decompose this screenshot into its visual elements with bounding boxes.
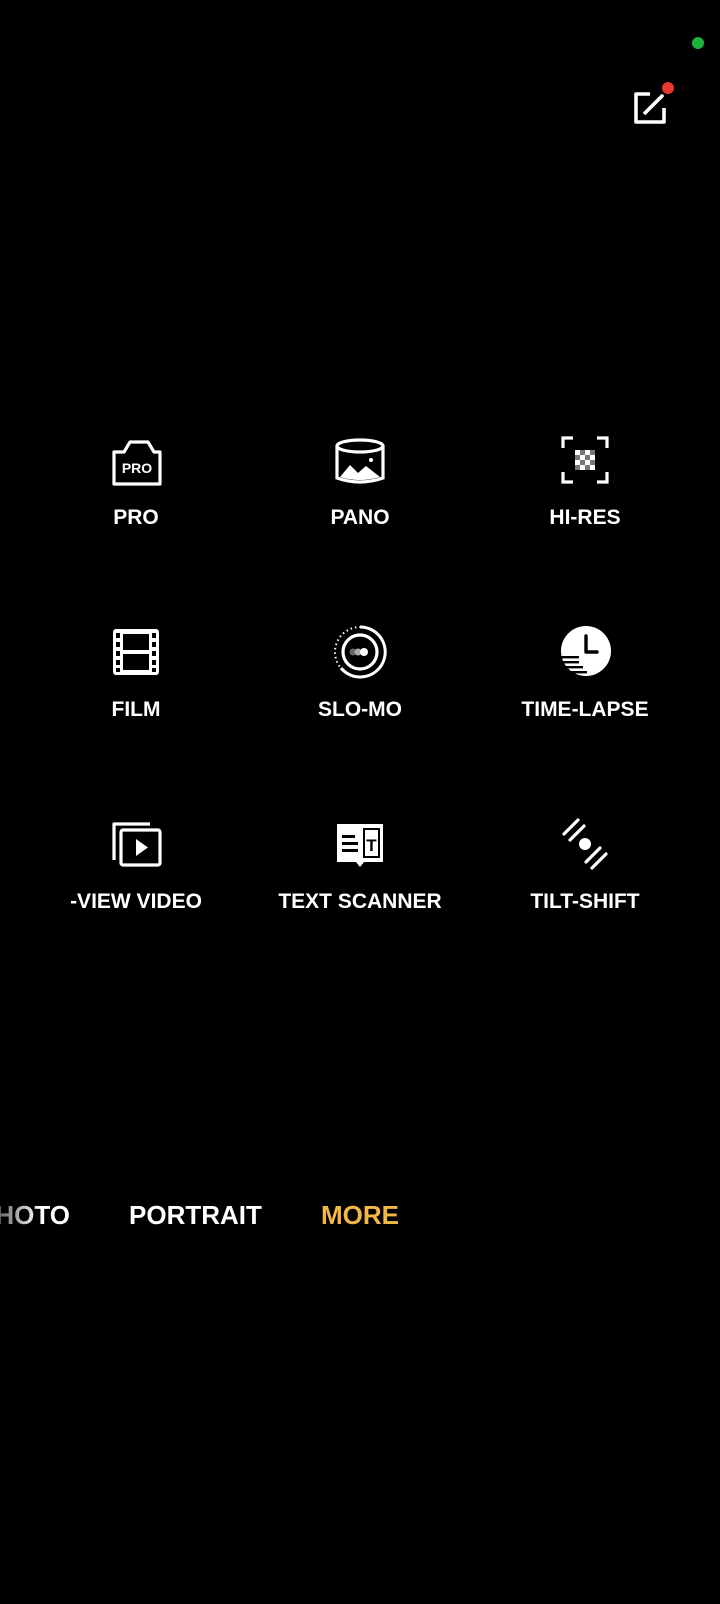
mode-label: HI-RES [549,506,621,529]
pro-camera-icon: PRO [112,440,162,486]
mode-time-lapse[interactable]: TIME-LAPSE [475,622,695,732]
mode-tilt-shift[interactable]: TILT-SHIFT [475,814,695,924]
mode-label: TIME-LAPSE [521,698,649,721]
mode-hi-res[interactable]: HI-RES [475,430,695,540]
camera-mode-bar[interactable]: HOTO PORTRAIT MORE [0,1200,720,1244]
dual-view-video-icon [112,822,162,867]
mode-tab-more[interactable]: MORE [321,1200,399,1231]
svg-text:PRO: PRO [122,460,152,476]
film-icon [113,629,159,675]
mode-text-scanner[interactable]: T TEXT SCANNER [250,814,470,924]
mode-label: FILM [111,698,161,721]
mode-label: TILT-SHIFT [530,890,640,913]
mode-label: -VIEW VIDEO [70,890,202,913]
mode-dual-view-video[interactable]: -VIEW VIDEO [26,814,246,924]
mode-label: PRO [113,506,159,529]
mode-label: SLO-MO [318,698,402,721]
mode-film[interactable]: FILM [26,622,246,732]
mode-grid: PRO PRO PANO HI-RES FILM SLO-MO TIME-LAP… [0,430,720,1006]
mode-tab-photo[interactable]: HOTO [0,1200,70,1231]
tilt-shift-icon [562,818,608,870]
mode-pano[interactable]: PANO [250,430,470,540]
privacy-indicator-dot [692,37,704,49]
slow-motion-icon [334,625,387,679]
mode-tab-label: MORE [321,1200,399,1230]
edit-modes-button[interactable] [626,82,682,134]
mode-slo-mo[interactable]: SLO-MO [250,622,470,732]
time-lapse-icon [559,626,611,676]
notification-badge [662,82,674,94]
mode-tab-label: PORTRAIT [129,1200,262,1230]
mode-tab-portrait[interactable]: PORTRAIT [129,1200,262,1231]
mode-row: FILM SLO-MO TIME-LAPSE [0,622,720,814]
mode-row: PRO PRO PANO HI-RES [0,430,720,622]
mode-label: PANO [330,506,390,529]
mode-tab-label: HOTO [0,1200,70,1230]
panorama-icon [335,438,385,484]
hi-res-icon [561,436,609,484]
mode-label: TEXT SCANNER [278,890,442,913]
mode-pro[interactable]: PRO PRO [26,430,246,540]
text-scanner-icon: T [337,824,383,867]
svg-text:T: T [366,836,377,855]
edit-icon [634,92,666,124]
mode-row: -VIEW VIDEO T TEXT SCANNER TILT-SHIFT [0,814,720,1006]
